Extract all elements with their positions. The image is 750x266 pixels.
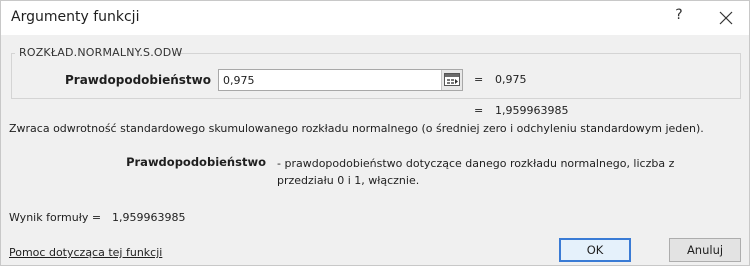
parameter-name: Prawdopodobieństwo [126,155,266,169]
range-select-button[interactable] [441,70,462,90]
argument-equals-sign: = [474,73,484,86]
formula-result-value: 1,959963985 [112,211,186,224]
range-select-icon [444,73,460,86]
function-description: Zwraca odwrotność standardowego skumulow… [9,122,704,135]
ok-button[interactable]: OK [559,238,631,262]
function-result-value: 1,959963985 [495,104,569,117]
function-name: ROZKŁAD.NORMALNY.S.ODW [19,46,183,59]
help-button[interactable]: ? [669,7,689,29]
function-help-link[interactable]: Pomoc dotycząca tej funkcji [9,246,162,259]
close-button[interactable] [713,5,739,31]
argument-label: Prawdopodobieństwo [65,73,211,87]
title-bar: Argumenty funkcji ? [1,1,749,35]
group-border [11,53,15,54]
function-result-equals-sign: = [474,104,484,117]
close-icon [719,11,733,25]
argument-evaluated-value: 0,975 [495,73,527,86]
dialog-title: Argumenty funkcji [11,9,140,25]
group-border [173,53,741,54]
probability-input[interactable] [218,69,463,91]
parameter-description: - prawdopodobieństwo dotyczące danego ro… [277,157,675,187]
cancel-button[interactable]: Anuluj [669,238,741,262]
formula-result-label: Wynik formuły = [9,211,102,224]
function-arguments-dialog: Argumenty funkcji ? ROZKŁAD.NORMALNY.S.O… [0,0,750,266]
